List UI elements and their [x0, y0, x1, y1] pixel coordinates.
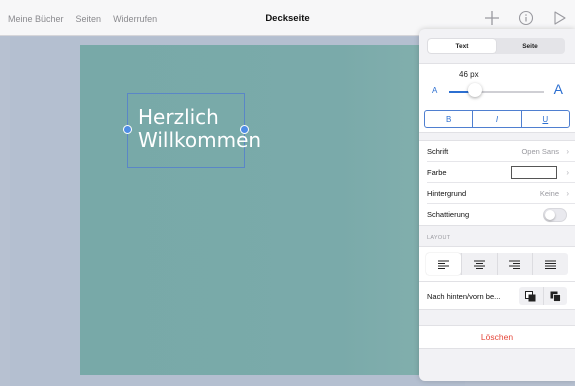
play-icon[interactable]	[549, 7, 571, 29]
plus-icon[interactable]	[481, 7, 503, 29]
selected-text-box[interactable]: Herzlich Willkommen	[123, 93, 261, 168]
toolbar-left-group: Meine Bücher Seiten Widerrufen	[8, 14, 157, 24]
resize-handle-right[interactable]	[240, 125, 249, 134]
font-size-large-label: A	[553, 81, 563, 97]
format-panel: Text Seite 46 px A A B I U Schrift Open …	[419, 29, 575, 381]
send-backward-icon[interactable]	[519, 287, 543, 305]
my-books-link[interactable]: Meine Bücher	[8, 14, 64, 24]
shadow-row-label: Schattierung	[427, 210, 470, 219]
text-style-buttons: B I U	[424, 110, 570, 128]
background-row-value: Keine	[539, 188, 559, 198]
font-size-slider-knob[interactable]	[467, 83, 482, 97]
font-row-label: Schrift	[427, 146, 449, 156]
undo-link[interactable]: Widerrufen	[113, 14, 157, 24]
font-size-value: 46 px	[459, 70, 479, 79]
shadow-toggle-knob	[545, 210, 555, 220]
panel-segment-control: Text Seite	[427, 38, 565, 54]
tab-page[interactable]: Seite	[496, 39, 564, 53]
info-icon[interactable]	[515, 7, 537, 29]
alignment-buttons	[426, 253, 568, 275]
color-row-label: Farbe	[427, 167, 447, 177]
color-swatch[interactable]	[511, 166, 557, 179]
toolbar-right-group	[481, 7, 571, 29]
text-properties-list: Schrift Open Sans › Farbe › Hintergrund …	[419, 140, 575, 226]
underline-button[interactable]: U	[520, 111, 569, 127]
chevron-right-icon: ›	[566, 167, 569, 177]
italic-button[interactable]: I	[472, 111, 520, 127]
font-row-value: Open Sans	[521, 146, 559, 156]
background-row-label: Hintergrund	[427, 188, 467, 198]
shadow-row: Schattierung	[427, 204, 575, 225]
resize-handle-left[interactable]	[123, 125, 132, 134]
font-size-small-label: A	[432, 86, 438, 95]
slide-page[interactable]: Herzlich Willkommen	[80, 45, 450, 375]
arrange-label: Nach hinten/vorn be...	[427, 292, 501, 301]
align-justify-icon[interactable]	[532, 253, 568, 275]
chevron-right-icon: ›	[566, 146, 569, 156]
font-row[interactable]: Schrift Open Sans ›	[427, 141, 575, 162]
pages-link[interactable]: Seiten	[76, 14, 102, 24]
delete-button[interactable]: Löschen	[419, 325, 575, 349]
editor-canvas: Herzlich Willkommen	[10, 37, 465, 386]
bold-button[interactable]: B	[425, 111, 472, 127]
arrange-row: Nach hinten/vorn be...	[419, 282, 575, 310]
alignment-section	[419, 246, 575, 282]
align-center-icon[interactable]	[460, 253, 497, 275]
tab-text[interactable]: Text	[428, 39, 496, 53]
chevron-right-icon: ›	[566, 188, 569, 198]
layout-section-label: LAYOUT	[427, 235, 451, 241]
shadow-toggle[interactable]	[543, 208, 567, 222]
background-row[interactable]: Hintergrund Keine ›	[427, 183, 575, 204]
font-size-slider[interactable]	[449, 91, 544, 93]
bring-forward-icon[interactable]	[542, 287, 568, 305]
align-right-icon[interactable]	[496, 253, 533, 275]
arrange-buttons	[519, 287, 567, 305]
align-left-icon[interactable]	[426, 253, 461, 275]
color-row[interactable]: Farbe ›	[427, 162, 575, 183]
